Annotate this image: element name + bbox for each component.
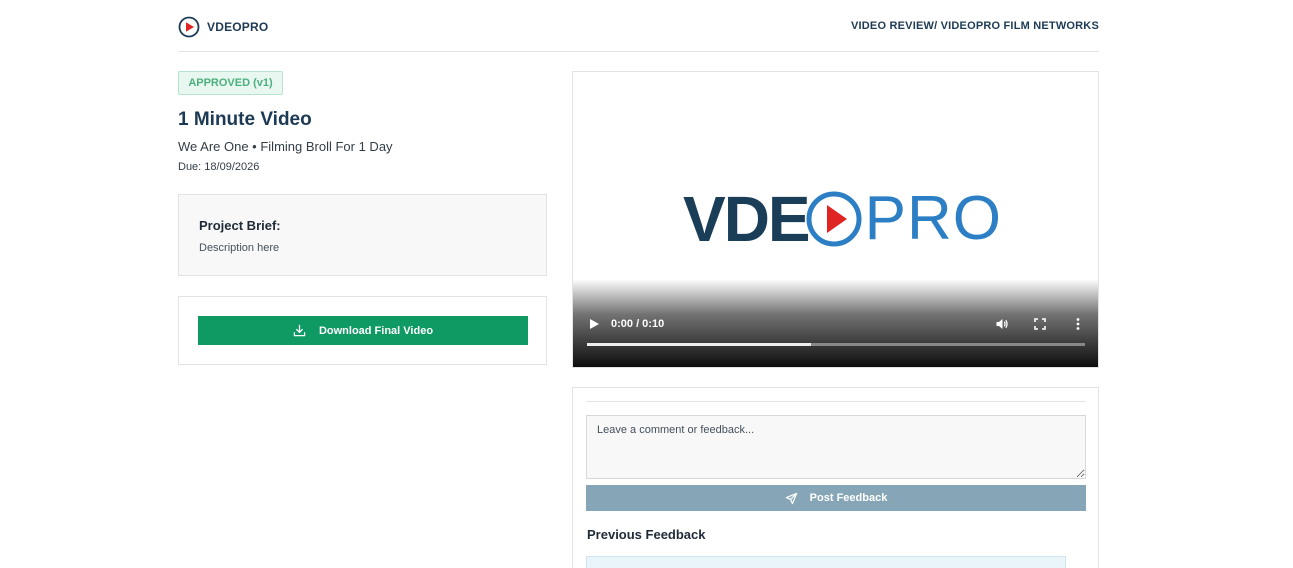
- play-circle-icon: [806, 191, 862, 247]
- download-card: Download Final Video: [178, 296, 547, 365]
- download-button-label: Download Final Video: [318, 324, 434, 337]
- video-logo-text-left: VDE: [683, 183, 811, 255]
- breadcrumb: VIDEO REVIEW/ VIDEOPRO FILM NETWORKS: [851, 20, 1099, 32]
- download-icon: [293, 324, 306, 337]
- feedback-item: [586, 556, 1066, 568]
- more-vertical-icon[interactable]: [1071, 317, 1085, 331]
- page-title: 1 Minute Video: [178, 109, 312, 130]
- video-progress-fill: [587, 343, 812, 346]
- brand-name: VDEOPRO: [207, 20, 269, 34]
- play-icon[interactable]: [587, 317, 601, 331]
- video-progress-bar[interactable]: [587, 343, 1085, 346]
- video-time: 0:00 / 0:10: [611, 318, 665, 330]
- brand[interactable]: VDEOPRO: [178, 16, 268, 38]
- volume-icon[interactable]: [995, 317, 1009, 331]
- status-badge: APPROVED (v1): [178, 71, 283, 95]
- due-date: Due: 18/09/2026: [178, 161, 260, 173]
- comment-divider: [586, 401, 1086, 402]
- video-logo: VDE PRO: [683, 183, 1002, 255]
- video-controls: 0:00 / 0:10: [573, 279, 1098, 367]
- post-feedback-button[interactable]: Post Feedback: [586, 485, 1086, 511]
- project-brief-description: Description here: [199, 242, 280, 254]
- video-player[interactable]: VDE PRO 0:00 / 0:10: [572, 71, 1099, 368]
- project-brief-title: Project Brief:: [199, 218, 281, 233]
- send-icon: [785, 492, 797, 504]
- download-final-video-button[interactable]: Download Final Video: [198, 316, 528, 345]
- top-header: VDEOPRO VIDEO REVIEW/ VIDEOPRO FILM NETW…: [178, 0, 1099, 52]
- fullscreen-icon[interactable]: [1033, 317, 1047, 331]
- previous-feedback-title: Previous Feedback: [587, 527, 706, 542]
- video-logo-text-right: PRO: [864, 184, 1002, 253]
- post-feedback-label: Post Feedback: [809, 492, 888, 504]
- comment-card: Post Feedback Previous Feedback: [572, 387, 1099, 568]
- project-subtitle: We Are One • Filming Broll For 1 Day: [178, 139, 393, 154]
- play-circle-icon: [178, 16, 200, 38]
- project-brief-card: Project Brief: Description here: [178, 194, 547, 276]
- comment-input[interactable]: [586, 415, 1086, 479]
